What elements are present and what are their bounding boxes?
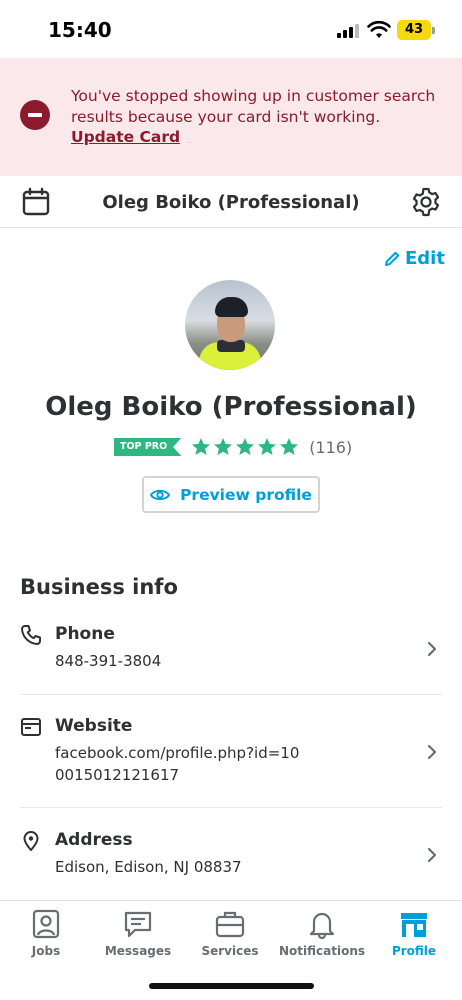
website-value: facebook.com/profile.php?id=100015012121… [55,744,300,784]
divider [20,694,442,695]
storefront-icon [401,913,427,937]
update-card-link[interactable]: Update Card [71,128,180,146]
nav-label: Jobs [31,944,61,958]
chevron-right-icon [427,744,437,760]
nav-label: Profile [391,944,437,958]
star-icon [214,438,233,455]
chevron-right-icon [427,847,437,863]
messages-icon [124,911,152,938]
nav-item-services[interactable]: Services [184,901,276,969]
website-label: Website [55,716,133,736]
no-entry-icon [20,100,50,130]
star-icon [280,438,299,455]
status-bar: 15:40 43 [0,0,462,58]
preview-label: Preview profile [180,485,312,504]
page-title: Oleg Boiko (Professional) [102,192,360,213]
phone-row[interactable]: Phone 848-391-3804 [20,624,442,672]
cellular-signal-icon [337,24,361,38]
avatar[interactable] [185,280,275,370]
browser-window-icon [21,718,41,736]
bell-icon [309,912,335,939]
nav-label: Messages [104,944,172,958]
phone-label: Phone [55,624,115,644]
phone-icon [21,625,41,645]
edit-profile-link[interactable]: Edit [383,248,445,269]
nav-item-profile[interactable]: Profile [368,901,460,969]
home-indicator [149,983,314,989]
chevron-right-icon [427,641,437,657]
top-pro-badge: TOP PRO [114,438,182,456]
address-row[interactable]: Address Edison, Edison, NJ 08837 [20,830,442,878]
address-value: Edison, Edison, NJ 08837 [55,858,242,876]
review-count[interactable]: (116) [309,438,352,457]
eye-icon [150,489,171,500]
rating-row: TOP PRO (116) [114,436,352,458]
edit-label: Edit [405,248,445,269]
star-icon [236,438,255,455]
top-bar: Oleg Boiko (Professional) [0,176,462,228]
divider [20,807,442,808]
battery-indicator: 43 [397,20,431,40]
nav-label: Notifications [278,944,366,958]
nav-item-messages[interactable]: Messages [92,901,184,969]
website-row[interactable]: Website facebook.com/profile.php?id=1000… [20,716,442,786]
nav-label: Services [201,944,259,958]
business-info-heading: Business info [20,575,178,599]
address-label: Address [55,830,133,850]
map-pin-icon [23,831,39,851]
nav-item-jobs[interactable]: Jobs [0,901,92,969]
star-icon [258,438,277,455]
card-alert-banner: You've stopped showing up in customer se… [0,58,462,176]
phone-value: 848-391-3804 [55,652,162,670]
preview-profile-button[interactable]: Preview profile [142,476,320,513]
status-time: 15:40 [48,18,112,42]
profile-name: Oleg Boiko (Professional) [45,392,417,422]
gear-icon[interactable] [410,186,442,218]
alert-message: You've stopped showing up in customer se… [71,87,436,126]
wifi-icon [367,20,391,38]
briefcase-icon [215,911,245,938]
nav-item-notifications[interactable]: Notifications [276,901,368,969]
battery-nub [432,27,435,34]
jobs-icon [32,909,60,939]
pencil-icon [385,251,400,266]
star-rating [191,437,299,457]
star-icon [192,438,211,455]
